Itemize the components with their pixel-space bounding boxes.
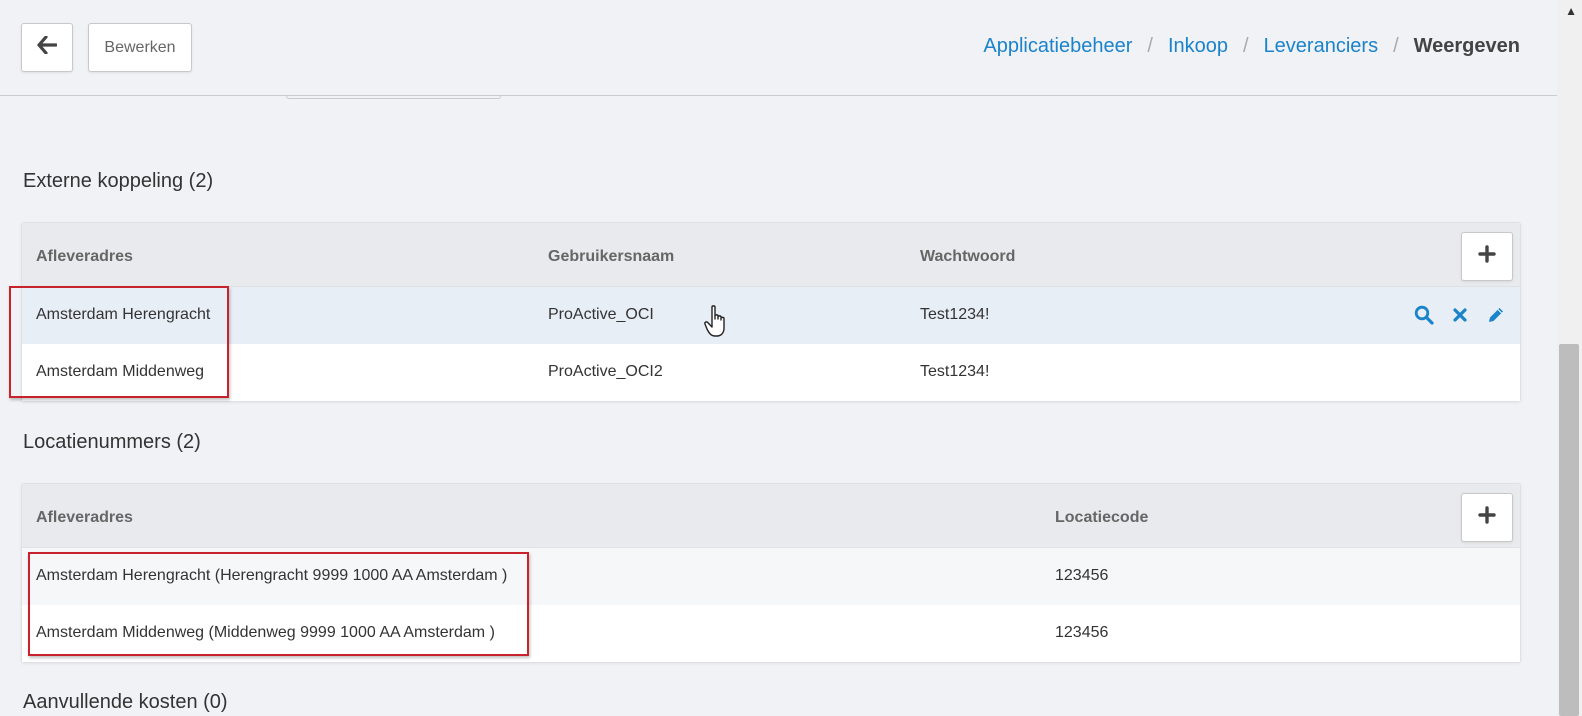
delete-icon[interactable] [1450,304,1470,326]
breadcrumb-leveranciers[interactable]: Leveranciers [1264,35,1379,58]
table-header: Afleveradres Gebruikersnaam Wachtwoord [22,223,1520,287]
add-external-button[interactable] [1461,232,1513,281]
breadcrumb-separator: / [1147,35,1153,57]
edit-button[interactable]: Bewerken [88,23,192,72]
column-header-password: Wachtwoord [920,248,1016,265]
section-title-extra-costs: Aanvullende kosten (0) [23,691,228,713]
cell-location-code: 123456 [1055,624,1109,641]
scroll-up-icon[interactable]: ▲ [1565,4,1577,18]
table-row[interactable]: Amsterdam Middenweg ProActive_OCI2 Test1… [22,344,1520,401]
table-row[interactable]: Amsterdam Herengracht ProActive_OCI Test… [22,287,1520,344]
plus-icon [1478,245,1496,268]
scrollbar-thumb[interactable] [1559,344,1579,716]
row-actions [1414,304,1506,326]
column-header-location-code: Locatiecode [1055,509,1149,526]
highlight-box [28,552,529,656]
back-button[interactable] [21,23,73,72]
breadcrumb: Applicatiebeheer / Inkoop / Leveranciers… [983,35,1520,58]
edit-pencil-icon[interactable] [1486,304,1506,326]
external-link-table: Afleveradres Gebruikersnaam Wachtwoord A… [21,222,1521,402]
add-location-button[interactable] [1461,493,1513,542]
scrollbar[interactable]: ▲ [1557,0,1582,716]
table-header: Afleveradres Locatiecode [22,484,1520,548]
search-icon[interactable] [1414,304,1434,326]
highlight-box [9,286,229,398]
cell-password: Test1234! [920,306,990,323]
breadcrumb-separator: / [1243,35,1249,57]
breadcrumb-inkoop[interactable]: Inkoop [1168,35,1228,58]
cell-password: Test1234! [920,363,990,380]
cell-location-code: 123456 [1055,567,1109,584]
top-bar: Bewerken Applicatiebeheer / Inkoop / Lev… [0,0,1557,96]
breadcrumb-separator: / [1393,35,1399,57]
breadcrumb-applicatiebeheer[interactable]: Applicatiebeheer [983,35,1132,58]
plus-icon [1478,506,1496,529]
breadcrumb-current: Weergeven [1413,35,1520,57]
cell-username: ProActive_OCI [548,306,654,323]
section-title-external: Externe koppeling (2) [23,170,214,192]
column-header-username: Gebruikersnaam [548,248,675,265]
arrow-left-icon [37,35,58,59]
section-title-locations: Locatienummers (2) [23,431,201,453]
column-header-address: Afleveradres [36,509,133,526]
column-header-address: Afleveradres [36,248,133,265]
cell-username: ProActive_OCI2 [548,363,663,380]
hand-cursor-icon [704,304,730,345]
